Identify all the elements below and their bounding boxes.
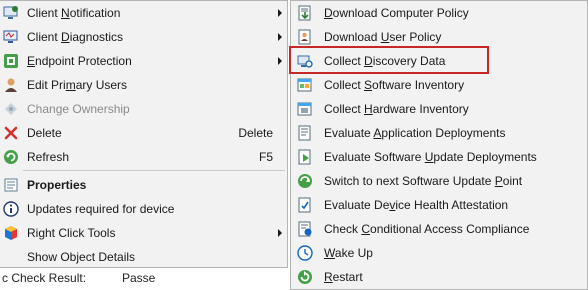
client-notification-submenu: Download Computer Policy Download User P… <box>289 0 588 290</box>
properties-icon <box>3 177 19 193</box>
menu-item-label: Switch to next Software Update Point <box>324 174 523 188</box>
menu-item-label: Evaluate Application Deployments <box>324 126 506 140</box>
menu-item-change-ownership: Change Ownership <box>0 97 287 121</box>
delete-icon <box>3 125 19 141</box>
menu-item-evaluate-application-deployments[interactable]: Evaluate Application Deployments <box>291 121 587 145</box>
menu-item-label: Right Click Tools <box>27 226 116 240</box>
submenu-arrow-icon <box>278 33 282 41</box>
field-value: Passe <box>122 271 156 285</box>
menu-item-show-object-details[interactable]: Show Object Details <box>0 245 287 269</box>
menu-item-client-diagnostics[interactable]: Client Diagnostics <box>0 25 287 49</box>
menu-item-label: Updates required for device <box>27 202 175 216</box>
menu-item-label: Properties <box>27 178 87 192</box>
menu-item-label: Collect Software Inventory <box>324 78 465 92</box>
right-click-tools-icon <box>3 225 19 241</box>
menu-item-evaluate-software-update-deployments[interactable]: Evaluate Software Update Deployments <box>291 145 587 169</box>
menu-item-wake-up[interactable]: Wake Up <box>291 241 587 265</box>
menu-item-label: Show Object Details <box>27 250 136 264</box>
submenu-arrow-icon <box>278 229 282 237</box>
info-icon <box>3 201 19 217</box>
menu-item-refresh[interactable]: Refresh F5 <box>0 145 287 169</box>
menu-item-delete[interactable]: Delete Delete <box>0 121 287 145</box>
policy-download-icon <box>297 5 313 21</box>
shortcut-text: Delete <box>238 126 273 140</box>
menu-item-label: Client Notification <box>27 6 121 20</box>
switch-point-icon <box>297 173 313 189</box>
users-icon <box>3 77 19 93</box>
hardware-inventory-icon <box>297 101 313 117</box>
menu-item-label: Evaluate Software Update Deployments <box>324 150 537 164</box>
highlight-box <box>289 46 489 74</box>
software-inventory-icon <box>297 77 313 93</box>
menu-item-right-click-tools[interactable]: Right Click Tools <box>0 221 287 245</box>
submenu-arrow-icon <box>278 57 282 65</box>
menu-item-label: Wake Up <box>324 246 373 260</box>
ownership-icon <box>3 101 19 117</box>
context-menu: Client Notification Client Diagnostics E… <box>0 0 288 268</box>
menu-item-label: Endpoint Protection <box>27 54 132 68</box>
menu-item-label: Edit Primary Users <box>27 78 128 92</box>
restart-icon <box>297 269 313 285</box>
menu-item-check-conditional-access-compliance[interactable]: Check Conditional Access Compliance <box>291 217 587 241</box>
menu-item-evaluate-device-health-attestation[interactable]: Evaluate Device Health Attestation <box>291 193 587 217</box>
submenu-arrow-icon <box>278 9 282 17</box>
menu-item-download-computer-policy[interactable]: Download Computer Policy <box>291 1 587 25</box>
menu-item-restart[interactable]: Restart <box>291 265 587 289</box>
menu-item-label: Collect Hardware Inventory <box>324 102 469 116</box>
shortcut-text: F5 <box>258 150 273 164</box>
client-notification-icon <box>3 5 19 21</box>
menu-item-label: Restart <box>324 270 363 284</box>
menu-item-endpoint-protection[interactable]: Endpoint Protection <box>0 49 287 73</box>
menu-item-edit-primary-users[interactable]: Edit Primary Users <box>0 73 287 97</box>
background-details-row: c Check Result: Passe <box>0 268 290 288</box>
menu-item-label: Download User Policy <box>324 30 442 44</box>
menu-item-label: Client Diagnostics <box>27 30 124 44</box>
field-label: c Check Result: <box>2 271 87 285</box>
menu-item-properties[interactable]: Properties <box>0 173 287 197</box>
user-policy-icon <box>297 29 313 45</box>
compliance-icon <box>297 221 313 237</box>
menu-separator <box>23 170 285 171</box>
menu-item-updates-required[interactable]: Updates required for device <box>0 197 287 221</box>
menu-item-switch-software-update-point[interactable]: Switch to next Software Update Point <box>291 169 587 193</box>
app-deployment-icon <box>297 125 313 141</box>
menu-item-label: Change Ownership <box>27 102 130 116</box>
menu-item-label: Delete <box>27 126 62 140</box>
menu-item-client-notification[interactable]: Client Notification <box>0 1 287 25</box>
update-deployment-icon <box>297 149 313 165</box>
menu-item-label: Refresh <box>27 150 70 164</box>
menu-item-label: Check Conditional Access Compliance <box>324 222 530 236</box>
clock-icon <box>297 245 313 261</box>
endpoint-protection-icon <box>3 53 19 69</box>
menu-item-label: Evaluate Device Health Attestation <box>324 198 509 212</box>
menu-item-collect-software-inventory[interactable]: Collect Software Inventory <box>291 73 587 97</box>
health-attestation-icon <box>297 197 313 213</box>
client-diagnostics-icon <box>3 29 19 45</box>
menu-item-collect-hardware-inventory[interactable]: Collect Hardware Inventory <box>291 97 587 121</box>
menu-item-label: Download Computer Policy <box>324 6 469 20</box>
refresh-icon <box>3 149 19 165</box>
